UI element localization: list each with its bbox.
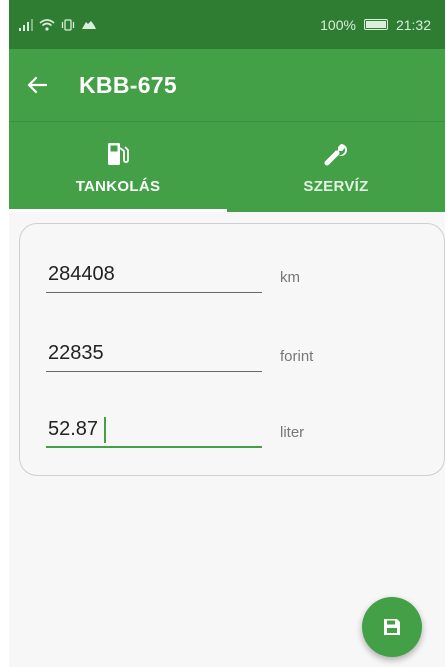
tab-label: SZERVÍZ — [303, 177, 369, 195]
tab-bar: TANKOLÁS SZERVÍZ — [9, 121, 445, 212]
battery-icon — [363, 19, 388, 30]
battery-percent: 100% — [320, 16, 356, 33]
save-icon — [384, 619, 400, 635]
status-bar: 100% 21:32 — [9, 0, 445, 49]
clock: 21:32 — [395, 16, 431, 33]
forint-input[interactable] — [46, 336, 262, 372]
app-screen: 100% 21:32 KBB-675 TANKOLÁS SZERVÍZ 2844… — [9, 0, 445, 667]
wifi-icon — [39, 18, 55, 31]
save-button[interactable] — [362, 597, 422, 657]
back-button[interactable] — [9, 57, 65, 113]
status-icons — [19, 18, 97, 31]
app-bar: KBB-675 — [9, 49, 445, 121]
km-input[interactable] — [46, 257, 262, 293]
liter-field-row: liter — [46, 412, 436, 452]
wrench-icon — [324, 143, 347, 165]
forint-unit-label: forint — [280, 348, 314, 365]
signal-icon — [19, 18, 33, 31]
fuel-pump-icon — [108, 142, 129, 165]
km-unit-label: km — [280, 269, 300, 286]
tab-tankolas[interactable]: TANKOLÁS — [9, 122, 227, 212]
km-field-row: km — [46, 257, 436, 297]
text-cursor — [104, 417, 106, 443]
tab-szerviz[interactable]: SZERVÍZ — [227, 122, 445, 212]
tab-label: TANKOLÁS — [75, 177, 161, 195]
liter-input[interactable] — [46, 412, 262, 448]
refuel-form-card: km forint liter — [19, 223, 445, 476]
status-right: 100% 21:32 — [320, 17, 431, 33]
vibrate-icon — [61, 18, 75, 31]
page-title: KBB-675 — [79, 71, 177, 98]
cloud-icon — [82, 20, 96, 29]
liter-unit-label: liter — [280, 424, 305, 441]
back-arrow-icon — [27, 76, 47, 94]
forint-field-row: forint — [46, 336, 436, 376]
